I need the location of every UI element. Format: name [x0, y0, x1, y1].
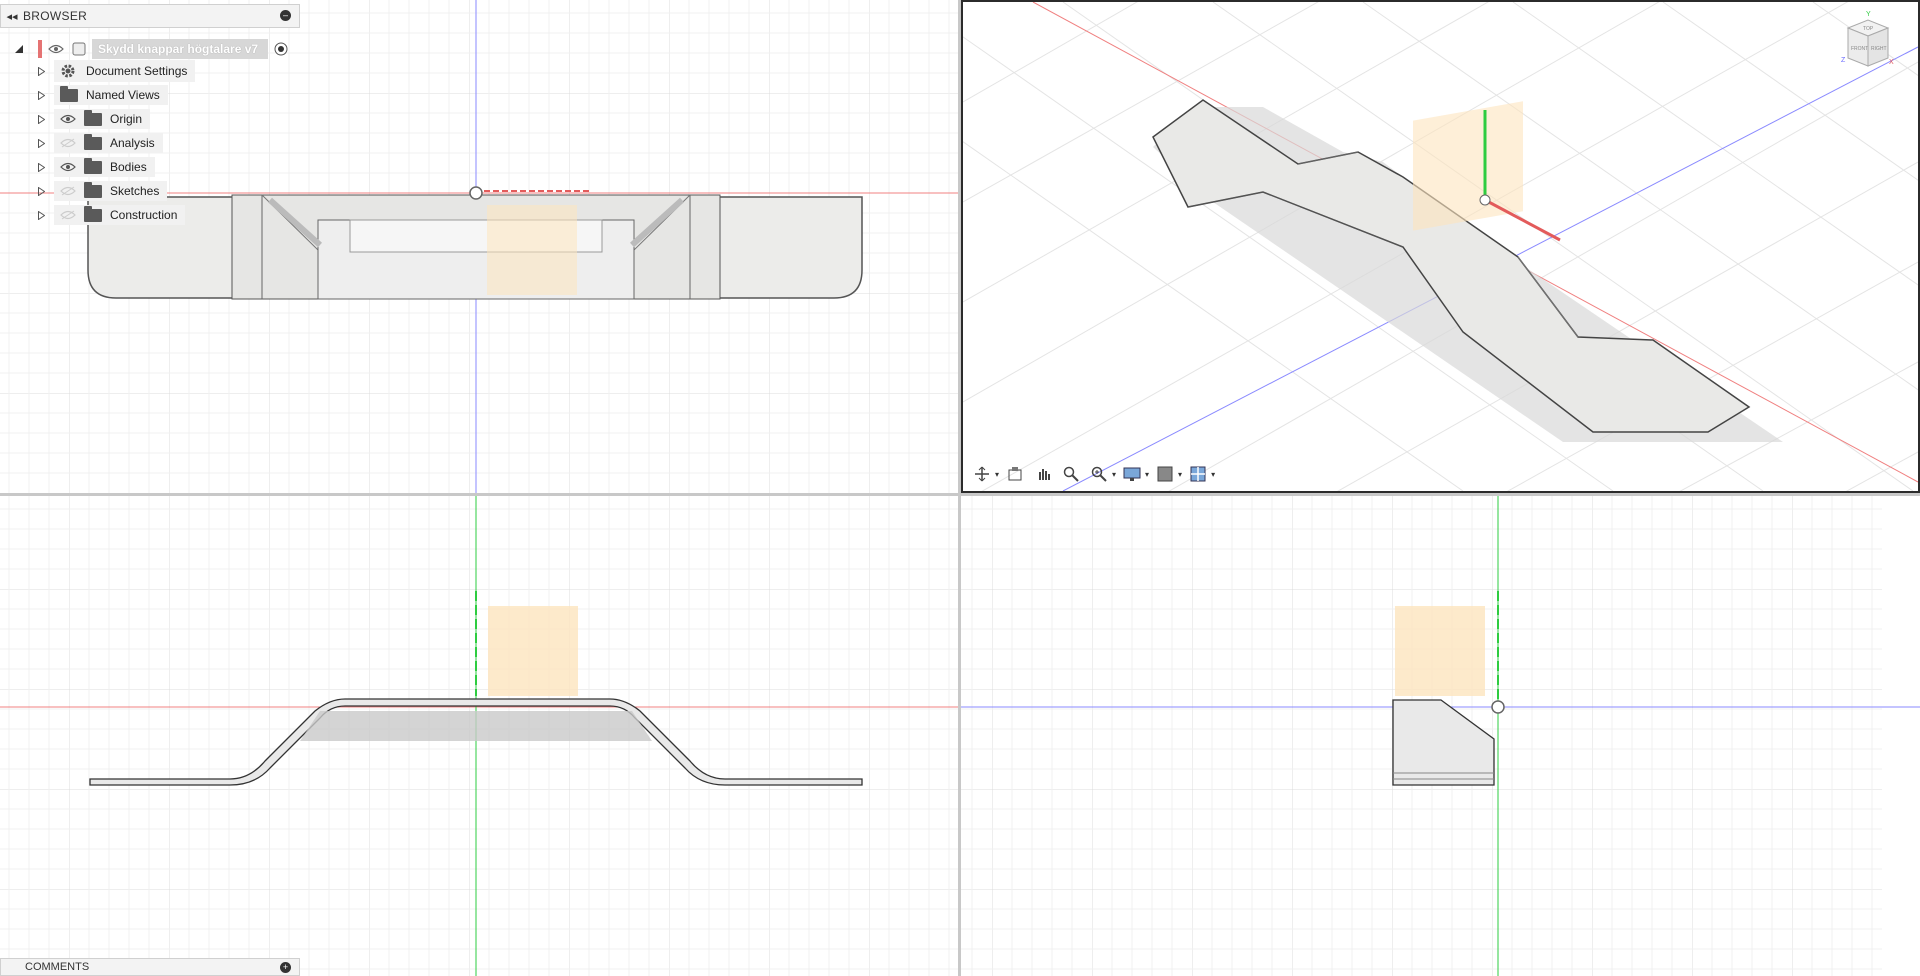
- orbit-dropdown-icon[interactable]: ▾: [995, 470, 999, 479]
- collapsed-triangle-icon[interactable]: [36, 138, 46, 148]
- orbit-icon[interactable]: [970, 463, 994, 485]
- browser-item-label: Document Settings: [86, 64, 188, 78]
- folder-icon: [84, 205, 102, 222]
- browser-item-label: Sketches: [110, 184, 160, 198]
- viewcube-axis-z: Z: [1841, 57, 1846, 64]
- perspective-canvas: TOP FRONT RIGHT Y X Z: [963, 2, 1918, 491]
- viewcube-right-label: RIGHT: [1871, 46, 1887, 52]
- look-at-icon[interactable]: [1003, 463, 1027, 485]
- viewport-right[interactable]: [961, 496, 1920, 976]
- browser-root-row[interactable]: Skydd knappar högtalare v7: [14, 38, 294, 60]
- browser-panel: ◂◂ BROWSER – Skydd knappar högtalare v7 …: [0, 4, 300, 225]
- view-cube: TOP FRONT RIGHT Y X Z: [1841, 11, 1894, 67]
- viewcube-axis-y: Y: [1866, 11, 1871, 18]
- browser-item-sketches[interactable]: Sketches: [36, 180, 168, 202]
- display-dropdown-icon[interactable]: ▾: [1145, 470, 1149, 479]
- eye-hidden-icon[interactable]: [60, 138, 76, 148]
- eye-hidden-icon[interactable]: [60, 186, 76, 196]
- body-top-shape: [87, 194, 863, 300]
- browser-item-origin[interactable]: Origin: [36, 108, 151, 130]
- viewport-splitter-vertical[interactable]: [958, 0, 961, 976]
- browser-item-construction[interactable]: Construction: [36, 204, 186, 226]
- browser-item-named-views[interactable]: Named Views: [36, 84, 168, 106]
- viewports-icon[interactable]: [1186, 463, 1210, 485]
- active-indicator: [38, 40, 42, 58]
- activate-radio-icon[interactable]: [274, 42, 288, 56]
- pin-icon[interactable]: –: [280, 10, 291, 21]
- collapsed-triangle-icon[interactable]: [36, 66, 46, 76]
- origin-plane: [488, 606, 578, 696]
- navigation-toolbar: ▾ ▾ ▾ ▾ ▾: [970, 462, 1215, 486]
- viewport-perspective[interactable]: TOP FRONT RIGHT Y X Z: [961, 0, 1920, 493]
- display-settings-icon[interactable]: [1120, 463, 1144, 485]
- browser-item-label: Origin: [110, 112, 143, 126]
- eye-icon[interactable]: [48, 44, 64, 54]
- eye-hidden-icon[interactable]: [60, 210, 76, 220]
- browser-header: ◂◂ BROWSER –: [0, 4, 300, 28]
- browser-item-document-settings[interactable]: Document Settings: [36, 60, 196, 82]
- front-view-canvas: [0, 496, 958, 976]
- browser-item-label: Construction: [110, 208, 178, 222]
- viewcube-top-label: TOP: [1863, 26, 1874, 32]
- folder-icon: [84, 181, 102, 198]
- gear-icon: [61, 64, 75, 78]
- folder-icon: [60, 85, 78, 102]
- folder-icon: [84, 109, 102, 126]
- viewcube-axis-x: X: [1889, 59, 1894, 66]
- browser-title: BROWSER: [23, 9, 88, 23]
- zoom-icon[interactable]: [1059, 463, 1083, 485]
- browser-item-label: Analysis: [110, 136, 155, 150]
- collapsed-triangle-icon[interactable]: [36, 90, 46, 100]
- collapsed-triangle-icon[interactable]: [36, 162, 46, 172]
- collapse-panel-icon[interactable]: ◂◂: [1, 10, 23, 23]
- grid-settings-icon[interactable]: [1153, 463, 1177, 485]
- right-view-canvas: [961, 496, 1920, 976]
- comments-title: COMMENTS: [25, 961, 90, 973]
- folder-icon: [84, 157, 102, 174]
- browser-item-label: Bodies: [110, 160, 147, 174]
- browser-item-label: Named Views: [86, 88, 160, 102]
- browser-item-bodies[interactable]: Bodies: [36, 156, 155, 178]
- viewports-dropdown-icon[interactable]: ▾: [1211, 470, 1215, 479]
- zoom-dropdown-icon[interactable]: ▾: [1112, 470, 1116, 479]
- expanded-triangle-icon[interactable]: [14, 44, 24, 54]
- grid-dropdown-icon[interactable]: ▾: [1178, 470, 1182, 479]
- folder-icon: [84, 133, 102, 150]
- pan-icon[interactable]: [1031, 463, 1055, 485]
- collapsed-triangle-icon[interactable]: [36, 114, 46, 124]
- collapsed-triangle-icon[interactable]: [36, 210, 46, 220]
- add-comment-icon[interactable]: +: [280, 962, 291, 973]
- eye-icon[interactable]: [60, 114, 76, 124]
- viewport-splitter-horizontal[interactable]: [0, 493, 1920, 496]
- origin-point: [469, 186, 483, 200]
- viewport-front[interactable]: [0, 496, 958, 976]
- origin-plane: [1395, 606, 1485, 696]
- comments-panel[interactable]: COMMENTS +: [0, 958, 300, 976]
- viewcube-front-label: FRONT: [1851, 46, 1868, 52]
- origin-plane: [487, 205, 577, 295]
- root-component-label: Skydd knappar högtalare v7: [92, 39, 269, 59]
- collapsed-triangle-icon[interactable]: [36, 186, 46, 196]
- browser-item-analysis[interactable]: Analysis: [36, 132, 163, 154]
- fit-icon[interactable]: [1087, 463, 1111, 485]
- eye-icon[interactable]: [60, 162, 76, 172]
- document-icon: [72, 42, 86, 56]
